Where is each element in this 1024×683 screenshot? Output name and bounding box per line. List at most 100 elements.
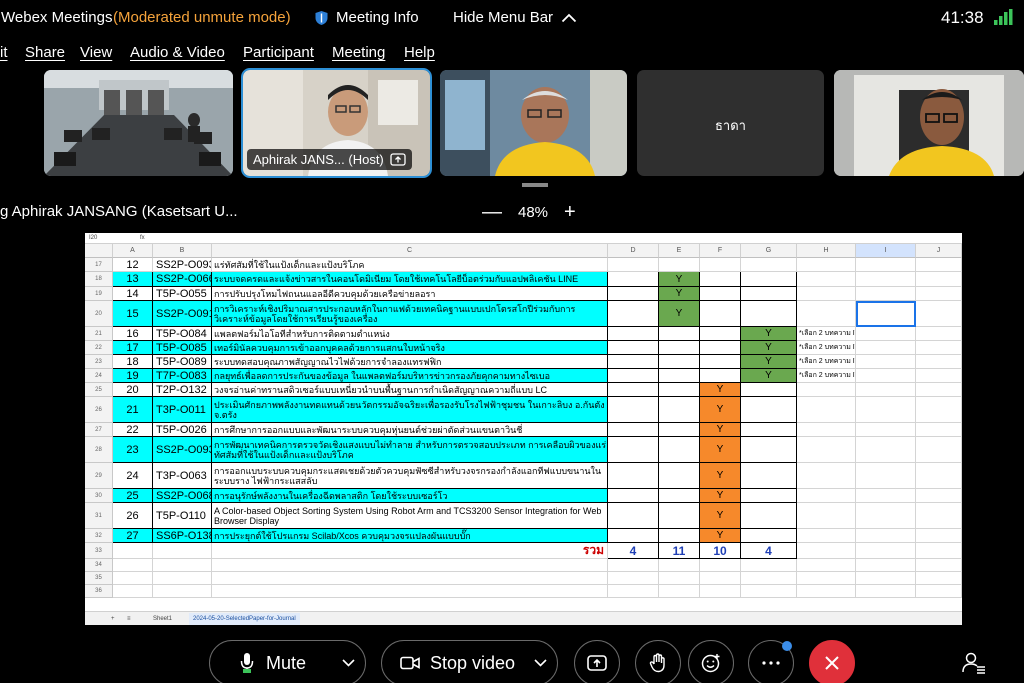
cell-col-e[interactable] xyxy=(659,258,700,272)
cell-note[interactable] xyxy=(797,503,856,529)
filmstrip-resize-handle[interactable] xyxy=(522,183,548,187)
cell-col-d[interactable] xyxy=(608,529,659,543)
cell-note[interactable] xyxy=(797,529,856,543)
row-number[interactable]: 33 xyxy=(85,543,113,559)
row-number[interactable]: 35 xyxy=(85,572,113,585)
cell-col-i[interactable] xyxy=(856,341,916,355)
cell-number[interactable]: 20 xyxy=(113,383,153,397)
cell-col-f[interactable] xyxy=(700,301,741,327)
row-number[interactable]: 18 xyxy=(85,272,113,287)
cell-empty[interactable] xyxy=(856,543,916,559)
cell-col-f[interactable] xyxy=(700,369,741,383)
cell-col-j[interactable] xyxy=(916,503,962,529)
cell-note[interactable] xyxy=(797,437,856,463)
cell-empty[interactable] xyxy=(113,543,153,559)
cell-col-e[interactable] xyxy=(659,327,700,341)
cell-col-i[interactable] xyxy=(856,423,916,437)
cell-col-j[interactable] xyxy=(916,437,962,463)
cell-col-d[interactable] xyxy=(608,327,659,341)
cell-number[interactable]: 15 xyxy=(113,301,153,327)
cell-col-j[interactable] xyxy=(916,301,962,327)
cell-col-f[interactable] xyxy=(700,341,741,355)
cell-number[interactable]: 23 xyxy=(113,437,153,463)
zoom-out-button[interactable]: — xyxy=(482,201,502,224)
cell-col-d[interactable] xyxy=(608,423,659,437)
cell-paper-code[interactable]: T5P-O084 xyxy=(153,327,212,341)
cell-col-j[interactable] xyxy=(916,383,962,397)
cell-paper-title[interactable]: การอนุรักษ์พลังงานในเครื่องฉีดพลาสติก โด… xyxy=(212,489,608,503)
row-number[interactable]: 27 xyxy=(85,423,113,437)
cell-col-g[interactable] xyxy=(741,258,797,272)
cell-col-g[interactable] xyxy=(741,503,797,529)
cell-paper-title[interactable]: การวิเคราะห์เชิงปริมาณสารประกอบหลักในกาแ… xyxy=(212,301,608,327)
cell-col-f[interactable] xyxy=(700,355,741,369)
cell-number[interactable]: 19 xyxy=(113,369,153,383)
cell-empty[interactable] xyxy=(153,543,212,559)
cell-col-f[interactable]: Y xyxy=(700,503,741,529)
cell-col-g[interactable]: Y xyxy=(741,369,797,383)
cell-col-f[interactable]: Y xyxy=(700,383,741,397)
cell-col-f[interactable]: Y xyxy=(700,397,741,423)
cell-col-e[interactable] xyxy=(659,489,700,503)
cell-col-f[interactable]: Y xyxy=(700,489,741,503)
all-sheets-button[interactable]: ≡ xyxy=(127,616,131,622)
total-label[interactable]: รวม xyxy=(212,543,608,559)
cell-empty[interactable] xyxy=(741,559,797,572)
cell-note[interactable] xyxy=(797,489,856,503)
menu-audio-video[interactable]: Audio & Video xyxy=(130,44,225,61)
cell-paper-title[interactable]: เทอร์มินัลควบคุมการเข้าออกบุคคลด้วยการแส… xyxy=(212,341,608,355)
total-col-d[interactable]: 4 xyxy=(608,543,659,559)
cell-col-g[interactable] xyxy=(741,287,797,301)
cell-col-g[interactable] xyxy=(741,301,797,327)
menu-participant[interactable]: Participant xyxy=(243,44,314,61)
tab-sheet1[interactable]: Sheet1 xyxy=(153,616,172,622)
cell-paper-title[interactable]: แพลตฟอร์มไอโอทีสำหรับการติดตามตำแหน่ง xyxy=(212,327,608,341)
participant-video-host[interactable]: Aphirak JANS... (Host) xyxy=(241,68,432,178)
cell-empty[interactable] xyxy=(659,559,700,572)
cell-col-i[interactable] xyxy=(856,355,916,369)
cell-col-e[interactable]: Y xyxy=(659,272,700,287)
cell-paper-code[interactable]: T7P-O083 xyxy=(153,369,212,383)
cell-empty[interactable] xyxy=(916,543,962,559)
cell-col-g[interactable]: Y xyxy=(741,327,797,341)
cell-col-e[interactable] xyxy=(659,437,700,463)
row-number[interactable]: 28 xyxy=(85,437,113,463)
cell-number[interactable]: 22 xyxy=(113,423,153,437)
cell-col-d[interactable] xyxy=(608,341,659,355)
cell-col-g[interactable] xyxy=(741,423,797,437)
cell-col-g[interactable] xyxy=(741,529,797,543)
cell-empty[interactable] xyxy=(856,585,916,598)
cell-paper-title[interactable]: ระบบจดครดและแจ้งข่าวสารในคอนโดมิเนียม โด… xyxy=(212,272,608,287)
cell-col-i[interactable] xyxy=(856,369,916,383)
cell-paper-title[interactable]: การศึกษาการออกแบบและพัฒนาระบบควบคุมหุ่นย… xyxy=(212,423,608,437)
row-number[interactable]: 17 xyxy=(85,258,113,272)
cell-number[interactable]: 12 xyxy=(113,258,153,272)
cell-paper-title[interactable]: กลยุทธ์เพื่อลดการประกันของข้อมูล ในแพลตฟ… xyxy=(212,369,608,383)
row-number[interactable]: 20 xyxy=(85,301,113,327)
cell-paper-code[interactable]: SS2P-O068 xyxy=(153,489,212,503)
cell-paper-title[interactable]: การออกแบบระบบควบคุมกระแสตเชยด้วยตัวควบคุ… xyxy=(212,463,608,489)
row-number[interactable]: 29 xyxy=(85,463,113,489)
cell-col-f[interactable] xyxy=(700,287,741,301)
cell-paper-title[interactable]: การประยุกต์ใช้โปรแกรม Scilab/Xcos ควบคุม… xyxy=(212,529,608,543)
row-number[interactable]: 34 xyxy=(85,559,113,572)
cell-paper-title[interactable]: A Color-based Object Sorting System Usin… xyxy=(212,503,608,529)
cell-paper-title[interactable]: การพัฒนาเทคนิคการตรวจวัดเชิงแสงแบบไม่ทำล… xyxy=(212,437,608,463)
cell-col-e[interactable] xyxy=(659,529,700,543)
total-col-g[interactable]: 4 xyxy=(741,543,797,559)
cell-col-j[interactable] xyxy=(916,287,962,301)
cell-paper-code[interactable]: SS2P-O093 xyxy=(153,437,212,463)
cell-number[interactable]: 21 xyxy=(113,397,153,423)
cell-col-f[interactable]: Y xyxy=(700,529,741,543)
menu-edit[interactable]: it xyxy=(0,44,8,61)
cell-paper-title[interactable]: ประเมินศักยภาพพลังงานทดแทนด้วยนวัตกรรมอั… xyxy=(212,397,608,423)
cell-col-e[interactable] xyxy=(659,341,700,355)
cell-col-d[interactable] xyxy=(608,258,659,272)
column-header[interactable]: F xyxy=(700,244,741,258)
column-header[interactable]: J xyxy=(916,244,962,258)
cell-number[interactable]: 17 xyxy=(113,341,153,355)
cell-col-j[interactable] xyxy=(916,355,962,369)
cell-col-e[interactable] xyxy=(659,397,700,423)
cell-empty[interactable] xyxy=(212,572,608,585)
cell-col-i[interactable] xyxy=(856,383,916,397)
